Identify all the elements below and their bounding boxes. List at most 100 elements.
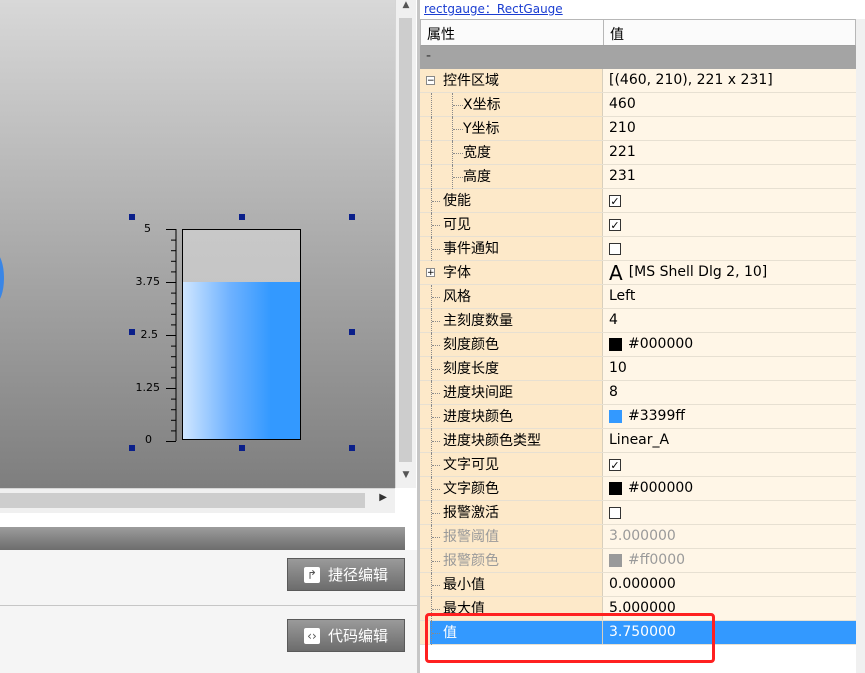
property-value-cell[interactable]: 460 bbox=[603, 93, 856, 116]
property-name-cell[interactable]: Y坐标 bbox=[420, 117, 603, 141]
property-name-cell[interactable]: 最小值 bbox=[420, 573, 603, 597]
property-row[interactable]: 报警颜色 #ff0000 bbox=[420, 549, 856, 573]
property-value-cell[interactable]: 0.000000 bbox=[603, 573, 856, 596]
col-property[interactable]: 属性 bbox=[421, 20, 604, 45]
checkbox-unchecked[interactable] bbox=[609, 242, 621, 255]
property-label: 刻度颜色 bbox=[443, 337, 499, 353]
scroll-thumb[interactable] bbox=[399, 18, 412, 462]
property-name-cell[interactable]: 事件通知 bbox=[420, 237, 603, 261]
scroll-thumb[interactable] bbox=[0, 493, 365, 508]
property-row[interactable]: X坐标 460 bbox=[420, 93, 856, 117]
property-name-cell[interactable]: X坐标 bbox=[420, 93, 603, 117]
property-row[interactable]: 进度块颜色 #3399ff bbox=[420, 405, 856, 429]
code-edit-label: 代码编辑 bbox=[327, 627, 388, 645]
property-label: 报警阈值 bbox=[443, 529, 499, 545]
collapse-icon[interactable]: − bbox=[426, 76, 435, 86]
property-row[interactable]: 事件通知 bbox=[420, 237, 856, 261]
property-row[interactable]: 风格 Left bbox=[420, 285, 856, 309]
property-name-cell[interactable]: 报警激活 bbox=[420, 501, 603, 525]
property-row[interactable]: − 控件区域 [(460, 210), 221 x 231] bbox=[420, 69, 856, 93]
checkbox-checked[interactable]: ✓ bbox=[609, 218, 621, 231]
code-edit-button[interactable]: ‹› 代码编辑 bbox=[287, 619, 405, 652]
property-value-cell[interactable]: #ff0000 bbox=[603, 549, 856, 572]
property-name-cell[interactable]: + 字体 bbox=[420, 261, 603, 284]
canvas-horizontal-scrollbar[interactable]: ▶ bbox=[0, 488, 395, 513]
scroll-right-icon[interactable]: ▶ bbox=[379, 492, 387, 503]
checkbox-checked[interactable]: ✓ bbox=[609, 458, 621, 471]
scroll-down-icon[interactable]: ▼ bbox=[396, 470, 416, 488]
tick-label: 2.5 bbox=[140, 328, 159, 341]
property-row[interactable]: 报警阈值 3.000000 bbox=[420, 525, 856, 549]
property-value-cell[interactable]: 10 bbox=[603, 357, 856, 380]
property-row[interactable]: 刻度颜色 #000000 bbox=[420, 333, 856, 357]
property-name-cell[interactable]: 报警阈值 bbox=[420, 525, 603, 549]
property-value-cell[interactable]: #000000 bbox=[603, 333, 856, 356]
property-name-cell[interactable]: 文字可见 bbox=[420, 453, 603, 477]
property-value-cell[interactable]: 210 bbox=[603, 117, 856, 140]
shortcut-edit-button[interactable]: ↱ 捷径编辑 bbox=[287, 558, 405, 591]
property-row[interactable]: 宽度 221 bbox=[420, 141, 856, 165]
property-value-cell[interactable]: 231 bbox=[603, 165, 856, 188]
object-link[interactable]: rectgauge：RectGauge bbox=[424, 0, 563, 17]
property-name-cell[interactable]: 文字颜色 bbox=[420, 477, 603, 501]
property-value-cell[interactable]: #3399ff bbox=[603, 405, 856, 428]
property-name-cell[interactable]: 刻度颜色 bbox=[420, 333, 603, 357]
property-name-cell[interactable]: 报警颜色 bbox=[420, 549, 603, 573]
property-row[interactable]: 最小值 0.000000 bbox=[420, 573, 856, 597]
property-value-cell[interactable]: [(460, 210), 221 x 231] bbox=[603, 69, 856, 92]
property-row[interactable]: Y坐标 210 bbox=[420, 117, 856, 141]
property-name-cell[interactable]: 主刻度数量 bbox=[420, 309, 603, 333]
property-value-cell[interactable]: 8 bbox=[603, 381, 856, 404]
property-value-cell[interactable]: #000000 bbox=[603, 477, 856, 500]
property-row[interactable]: 报警激活 bbox=[420, 501, 856, 525]
property-value-cell[interactable]: Left bbox=[603, 285, 856, 308]
shortcut-edit-label: 捷径编辑 bbox=[327, 566, 388, 584]
property-name-cell[interactable]: 宽度 bbox=[420, 141, 603, 165]
checkbox-checked[interactable]: ✓ bbox=[609, 194, 621, 207]
expand-icon[interactable]: + bbox=[426, 268, 435, 278]
property-label: 宽度 bbox=[463, 145, 491, 161]
checkbox-unchecked[interactable] bbox=[609, 506, 621, 519]
property-value: [(460, 210), 221 x 231] bbox=[609, 72, 773, 88]
property-value-cell[interactable]: ✓ bbox=[603, 453, 856, 476]
property-row[interactable]: 进度块间距 8 bbox=[420, 381, 856, 405]
property-row[interactable]: 文字颜色 #000000 bbox=[420, 477, 856, 501]
property-value: #ff0000 bbox=[628, 552, 686, 568]
property-value-cell[interactable]: Linear_A bbox=[603, 429, 856, 452]
property-value-cell[interactable] bbox=[603, 501, 856, 524]
property-value-cell[interactable]: 3.000000 bbox=[603, 525, 856, 548]
property-name-cell[interactable]: 风格 bbox=[420, 285, 603, 309]
property-value-cell[interactable]: ✓ bbox=[603, 213, 856, 236]
property-grid[interactable]: 属性 值 - − 控件区域 [(460, 210), 221 x 231] X坐标 46… bbox=[420, 19, 856, 673]
property-value: 231 bbox=[609, 168, 636, 184]
property-name-cell[interactable]: 进度块颜色 bbox=[420, 405, 603, 429]
property-name-cell[interactable]: 可见 bbox=[420, 213, 603, 237]
property-row[interactable]: 文字可见 ✓ bbox=[420, 453, 856, 477]
property-name-cell[interactable]: 进度块间距 bbox=[420, 381, 603, 405]
property-label: 文字颜色 bbox=[443, 481, 499, 497]
property-value-cell[interactable]: 4 bbox=[603, 309, 856, 332]
property-value-cell[interactable]: ✓ bbox=[603, 189, 856, 212]
property-value-cell[interactable] bbox=[603, 237, 856, 260]
property-name-cell[interactable]: 使能 bbox=[420, 189, 603, 213]
property-row[interactable]: 主刻度数量 4 bbox=[420, 309, 856, 333]
property-name-cell[interactable]: 高度 bbox=[420, 165, 603, 189]
property-value-cell[interactable]: A [MS Shell Dlg 2, 10] bbox=[603, 261, 856, 284]
property-row[interactable]: 可见 ✓ bbox=[420, 213, 856, 237]
grid-scrollbar[interactable] bbox=[856, 19, 865, 673]
property-name-cell[interactable]: − 控件区域 bbox=[420, 69, 603, 92]
category-row[interactable]: - bbox=[420, 46, 856, 69]
tree-line bbox=[431, 93, 433, 117]
property-row[interactable]: 使能 ✓ bbox=[420, 189, 856, 213]
property-value-cell[interactable]: 221 bbox=[603, 141, 856, 164]
property-row[interactable]: 刻度长度 10 bbox=[420, 357, 856, 381]
property-name-cell[interactable]: 刻度长度 bbox=[420, 357, 603, 381]
property-row[interactable]: 进度块颜色类型 Linear_A bbox=[420, 429, 856, 453]
property-name-cell[interactable]: 进度块颜色类型 bbox=[420, 429, 603, 453]
canvas-vertical-scrollbar[interactable]: ▲ ▼ bbox=[395, 0, 416, 488]
property-row[interactable]: 高度 231 bbox=[420, 165, 856, 189]
scroll-up-icon[interactable]: ▲ bbox=[396, 0, 416, 18]
col-value[interactable]: 值 bbox=[604, 20, 855, 45]
property-row[interactable]: + 字体 A [MS Shell Dlg 2, 10] bbox=[420, 261, 856, 285]
design-canvas[interactable]: 5 3.75 2.5 1.25 0 bbox=[0, 0, 395, 488]
